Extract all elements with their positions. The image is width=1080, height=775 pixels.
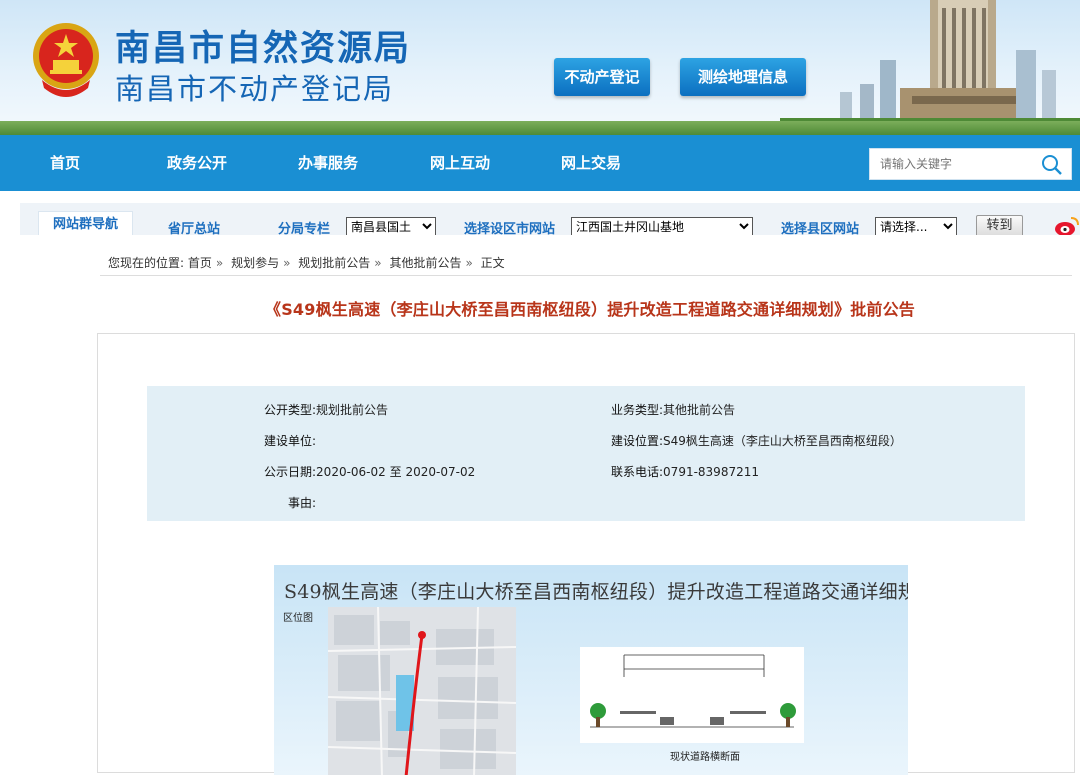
tab-site-group-nav[interactable]: 网站群导航 <box>38 211 133 235</box>
banner-grass-strip <box>0 121 1080 135</box>
breadcrumb-planning-participation[interactable]: 规划参与 <box>231 256 279 270</box>
article-title: 《S49枫生高速（李庄山大桥至昌西南枢纽段）提升改造工程道路交通详细规划》批前公… <box>265 300 915 319</box>
site-group-nav: 网站群导航 省厅总站 分局专栏 南昌县国土 选择设区市网站 江西国土井冈山基地 … <box>20 203 1080 235</box>
site-title: 南昌市自然资源局 <box>115 28 412 69</box>
location-map-label: 区位图 <box>283 613 313 624</box>
search-icon[interactable] <box>1041 154 1063 176</box>
business-type-field: 业务类型:其他批前公告 <box>611 403 736 417</box>
county-site-select[interactable]: 请选择... <box>875 217 957 235</box>
breadcrumb: 您现在的位置: 首页» 规划参与» 规划批前公告» 其他批前公告» 正文 <box>100 250 1072 276</box>
real-estate-registration-button[interactable]: 不动产登记 <box>554 58 650 96</box>
breadcrumb-current: 正文 <box>480 256 505 270</box>
search-input[interactable] <box>870 149 1030 179</box>
branch-select[interactable]: 南昌县国土 <box>346 217 436 235</box>
branch-column-label: 分局专栏 <box>278 222 331 235</box>
plan-image-title: S49枫生高速（李庄山大桥至昌西南枢纽段）提升改造工程道路交通详细规划 <box>284 581 908 603</box>
article-content: 公开类型:规划批前公告 业务类型:其他批前公告 建设单位: 建设位置:S49枫生… <box>97 333 1075 775</box>
breadcrumb-other-notice[interactable]: 其他批前公告 <box>389 256 461 270</box>
plan-image: S49枫生高速（李庄山大桥至昌西南枢纽段）提升改造工程道路交通详细规划 区位图 <box>274 565 908 775</box>
nav-item-government-affairs[interactable]: 政务公开 <box>167 135 227 191</box>
province-site-link[interactable]: 省厅总站 <box>168 218 220 235</box>
breadcrumb-home[interactable]: 首页 <box>188 256 212 270</box>
construction-unit-field: 建设单位: <box>264 434 317 448</box>
breadcrumb-planning-notice[interactable]: 规划批前公告 <box>298 256 370 270</box>
national-emblem-icon <box>33 23 99 97</box>
county-site-label: 选择县区网站 <box>781 222 860 235</box>
header-banner: 南昌市自然资源局 南昌市不动产登记局 不动产登记 测绘地理信息 <box>0 0 1080 135</box>
contact-phone-field: 联系电话:0791-83987211 <box>611 465 759 479</box>
reason-field: 事由: <box>288 496 317 510</box>
road-cross-section-diagram <box>580 647 804 743</box>
nav-item-online-trading[interactable]: 网上交易 <box>561 135 621 191</box>
city-site-select[interactable]: 江西国土井冈山基地 <box>571 217 753 235</box>
public-date-field: 公示日期:2020-06-02 至 2020-07-02 <box>264 465 476 479</box>
city-site-label: 选择设区市网站 <box>464 222 556 235</box>
nav-item-services[interactable]: 办事服务 <box>298 135 358 191</box>
nav-item-online-interaction[interactable]: 网上互动 <box>430 135 490 191</box>
info-panel: 公开类型:规划批前公告 业务类型:其他批前公告 建设单位: 建设位置:S49枫生… <box>147 386 1025 521</box>
weibo-icon[interactable] <box>1054 215 1080 235</box>
nav-item-home[interactable]: 首页 <box>50 135 80 191</box>
search-box <box>869 148 1072 180</box>
breadcrumb-prefix: 您现在的位置: <box>108 256 185 270</box>
site-subtitle: 南昌市不动产登记局 <box>115 72 395 106</box>
city-skyline-image <box>780 0 1080 135</box>
go-button[interactable]: 转到 <box>976 215 1023 235</box>
location-map <box>328 607 516 775</box>
public-type-field: 公开类型:规划批前公告 <box>264 403 389 417</box>
construction-location-field: 建设位置:S49枫生高速（李庄山大桥至昌西南枢纽段） <box>611 434 902 448</box>
